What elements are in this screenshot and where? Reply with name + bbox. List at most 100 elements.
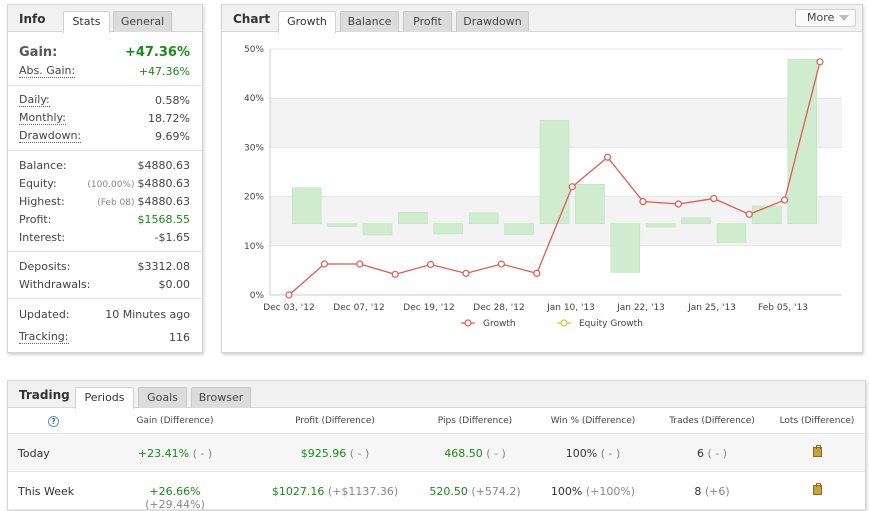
chart-header: Chart Growth Balance Profit Drawdown Mor… — [222, 5, 862, 33]
row-win: 100% ( - ) — [565, 447, 621, 460]
row-label: This Week — [18, 485, 75, 498]
gain-row: Gain: +47.36% — [19, 42, 190, 62]
row-gain: +26.66% (+29.44%) — [145, 485, 205, 511]
profit-bar — [433, 223, 464, 235]
equity-row: Equity: (100.00%) $4880.63 — [19, 174, 190, 192]
daily-value: 0.58% — [155, 93, 190, 107]
withdrawals-value: $0.00 — [158, 277, 191, 291]
gain-value: +47.36% — [124, 44, 190, 60]
equity-label: Equity: — [19, 176, 57, 190]
balance-row: Balance: $4880.63 — [19, 156, 190, 174]
x-tick-label: Dec 19, '12 — [403, 303, 454, 313]
x-tick-label: Jan 22, '13 — [616, 303, 665, 313]
daily-row: Daily: 0.58% — [19, 91, 190, 109]
highest-date: (Feb 08) — [97, 197, 135, 208]
profit-bar — [575, 184, 605, 224]
profit-bar — [716, 223, 747, 243]
profit-bar — [752, 205, 782, 224]
highest-value: $4880.63 — [137, 194, 191, 208]
x-tick-label: Dec 07, '12 — [333, 303, 384, 313]
balance-value: $4880.63 — [137, 158, 191, 172]
lock-icon[interactable] — [812, 483, 822, 495]
growth-point — [533, 269, 541, 277]
col-lots: Lots (Difference) — [779, 416, 855, 426]
row-win: 100% (+100%) — [550, 485, 636, 498]
growth-point — [391, 270, 399, 278]
growth-point — [780, 196, 789, 204]
y-tick-label: 50% — [244, 45, 264, 55]
legend-growth-label: Growth — [483, 319, 516, 329]
tab-general[interactable]: General — [113, 11, 172, 32]
equity-percent: (100.00%) — [87, 179, 135, 190]
growth-chart: 0% 10% 20% 30% 40% 50% Dec 03, '12 Dec 07, '12 D… — [244, 45, 842, 329]
col-gain: Gain (Difference) — [136, 416, 214, 426]
chart-panel: Chart Growth Balance Profit Drawdown Mor… — [221, 4, 863, 353]
withdrawals-row: Withdrawals: $0.00 — [19, 275, 190, 293]
deposits-row: Deposits: $3312.08 — [19, 257, 190, 275]
drawdown-value: 9.69% — [155, 129, 190, 143]
table-row: Today +23.41% ( - ) $925.96 ( - ) 468.50… — [8, 435, 865, 472]
growth-point — [710, 194, 718, 203]
updated-label: Updated: — [19, 307, 70, 321]
row-trades: 6 ( - ) — [696, 447, 728, 460]
x-tick-label: Jan 10, '13 — [546, 303, 595, 313]
growth-point — [497, 260, 505, 268]
interest-label: Interest: — [19, 230, 66, 244]
col-profit: Profit (Difference) — [295, 416, 375, 426]
daily-label[interactable]: Daily: — [19, 93, 50, 107]
row-pips: 520.50 (+574.2) — [429, 485, 521, 498]
growth-point — [604, 153, 612, 161]
updated-row: Updated: 10 Minutes ago — [19, 305, 190, 323]
help-icon[interactable]: ? — [48, 416, 59, 427]
drawdown-label[interactable]: Drawdown: — [19, 129, 82, 143]
tab-growth[interactable]: Growth — [278, 11, 336, 33]
info-header: Info Stats General — [8, 5, 202, 33]
profit-bar — [610, 223, 641, 273]
growth-point — [639, 197, 647, 206]
growth-point — [356, 260, 364, 268]
deposits-label: Deposits: — [19, 259, 71, 273]
legend-equity-label: Equity Growth — [579, 319, 643, 329]
y-tick-label: 30% — [244, 143, 264, 153]
growth-point — [674, 200, 682, 208]
info-panel: Info Stats General Gain: +47.36% Abs. Ga… — [7, 4, 203, 353]
tab-browser[interactable]: Browser — [191, 387, 251, 408]
x-tick-label: Dec 03, '12 — [263, 303, 314, 313]
monthly-row: Monthly: 18.72% — [19, 109, 190, 127]
legend-equity-marker — [560, 319, 568, 327]
profit-bar — [539, 120, 570, 224]
monthly-value: 18.72% — [148, 111, 190, 125]
withdrawals-label: Withdrawals: — [19, 277, 91, 291]
abs-gain-label[interactable]: Abs. Gain: — [19, 64, 76, 78]
y-tick-label: 20% — [244, 193, 264, 203]
interest-value: -$1.65 — [154, 230, 190, 244]
legend-growth-marker — [464, 319, 472, 327]
tab-periods[interactable]: Periods — [75, 387, 134, 409]
equity-value: $4880.63 — [137, 176, 191, 190]
monthly-label[interactable]: Monthly: — [19, 111, 66, 125]
row-pips: 468.50 ( - ) — [444, 447, 506, 460]
tab-balance[interactable]: Balance — [340, 11, 399, 32]
lock-icon[interactable] — [812, 445, 822, 457]
profit-bar — [468, 212, 499, 224]
growth-point — [285, 291, 293, 299]
tab-goals[interactable]: Goals — [138, 387, 187, 408]
drawdown-row: Drawdown: 9.69% — [19, 127, 190, 145]
updated-value: 10 Minutes ago — [105, 307, 190, 321]
tab-profit[interactable]: Profit — [403, 11, 452, 32]
growth-point — [462, 269, 470, 277]
table-row: This Week +26.66% (+29.44%) $1027.16 (+$… — [8, 473, 865, 511]
row-lots — [770, 483, 864, 498]
tab-drawdown[interactable]: Drawdown — [456, 11, 529, 32]
profit-bar — [327, 223, 357, 227]
profit-bar — [398, 212, 428, 224]
row-gain: +23.41% ( - ) — [137, 447, 213, 460]
growth-point — [320, 260, 329, 268]
balance-label: Balance: — [19, 158, 67, 172]
profit-label: Profit: — [19, 212, 52, 226]
tracking-link[interactable]: Tracking: — [19, 330, 69, 344]
y-tick-label: 40% — [244, 94, 264, 104]
chart-title: Chart — [233, 12, 271, 26]
more-button[interactable]: More — [795, 9, 856, 27]
tab-stats[interactable]: Stats — [63, 11, 110, 33]
